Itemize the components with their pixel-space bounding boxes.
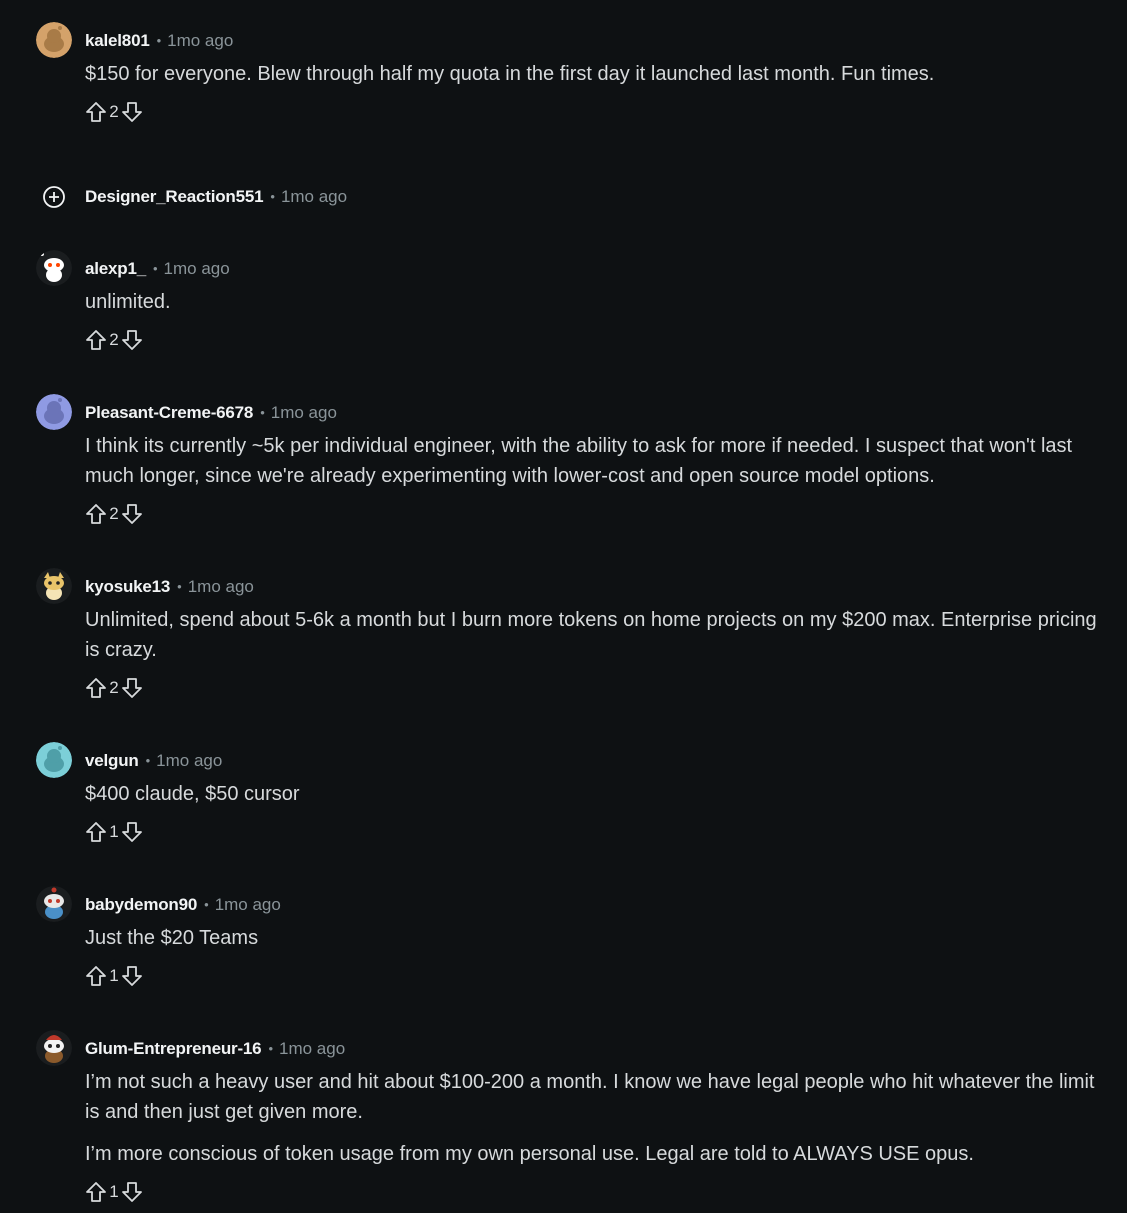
separator-dot: • bbox=[260, 405, 265, 420]
separator-dot: • bbox=[156, 33, 162, 48]
comment-paragraph: $400 claude, $50 cursor bbox=[85, 783, 300, 805]
author-link[interactable]: Designer_Reaction551 bbox=[85, 187, 264, 206]
avatar[interactable] bbox=[36, 1030, 72, 1066]
downvote-arrow-icon[interactable] bbox=[121, 964, 143, 988]
avatar[interactable] bbox=[36, 22, 72, 58]
timestamp[interactable]: 1mo ago bbox=[271, 403, 337, 422]
avatar[interactable] bbox=[36, 250, 72, 286]
author-link[interactable]: velgun bbox=[85, 751, 139, 770]
timestamp[interactable]: 1mo ago bbox=[215, 895, 281, 914]
upvote-arrow-icon[interactable] bbox=[85, 676, 107, 700]
comment-paragraph: unlimited. bbox=[85, 291, 171, 313]
separator-dot: • bbox=[177, 579, 182, 594]
comment-paragraph: $150 for everyone. Blew through half my … bbox=[85, 63, 935, 85]
vote-count: 1 bbox=[109, 1182, 119, 1201]
timestamp[interactable]: 1mo ago bbox=[164, 259, 230, 278]
separator-dot: • bbox=[145, 753, 151, 768]
comment-meta: alexp1_ • 1mo ago bbox=[85, 257, 230, 282]
comment-body: Just the $20 Teams bbox=[85, 923, 1103, 953]
separator-dot: • bbox=[268, 1041, 273, 1056]
comment-paragraph: I’m more conscious of token usage from m… bbox=[85, 1143, 974, 1165]
vote-count: 2 bbox=[109, 330, 119, 349]
avatar[interactable] bbox=[36, 568, 72, 604]
upvote-arrow-icon[interactable] bbox=[85, 100, 107, 124]
comment-meta: kyosuke13 • 1mo ago bbox=[85, 575, 254, 600]
separator-dot: • bbox=[270, 189, 275, 204]
separator-dot: • bbox=[152, 261, 158, 276]
vote-count: 1 bbox=[109, 822, 119, 841]
downvote-arrow-icon[interactable] bbox=[121, 820, 143, 844]
plus-circle-icon[interactable] bbox=[42, 185, 66, 209]
comment-body: Unlimited, spend about 5-6k a month but … bbox=[85, 605, 1103, 665]
downvote-arrow-icon[interactable] bbox=[121, 100, 143, 124]
comment-paragraph: I’m not such a heavy user and hit about … bbox=[85, 1071, 1095, 1123]
comment-meta: velgun • 1mo ago bbox=[85, 749, 222, 774]
vote-count: 2 bbox=[109, 102, 119, 121]
vote-bar: 1 bbox=[85, 964, 143, 988]
avatar[interactable] bbox=[36, 394, 72, 430]
upvote-arrow-icon[interactable] bbox=[85, 328, 107, 352]
vote-count: 2 bbox=[109, 504, 119, 523]
vote-bar: 2 bbox=[85, 100, 143, 124]
vote-bar: 1 bbox=[85, 1180, 143, 1204]
comment-meta: Glum-Entrepreneur-16 • 1mo ago bbox=[85, 1037, 345, 1062]
downvote-arrow-icon[interactable] bbox=[121, 1180, 143, 1204]
downvote-arrow-icon[interactable] bbox=[121, 328, 143, 352]
comment-body: $150 for everyone. Blew through half my … bbox=[85, 59, 1103, 89]
comment-body: I think its currently ~5k per individual… bbox=[85, 431, 1103, 491]
upvote-arrow-icon[interactable] bbox=[85, 964, 107, 988]
vote-bar: 1 bbox=[85, 820, 143, 844]
comment-body: I’m not such a heavy user and hit about … bbox=[85, 1067, 1103, 1169]
comment-meta: kalel801 • 1mo ago bbox=[85, 29, 233, 54]
timestamp[interactable]: 1mo ago bbox=[281, 187, 347, 206]
vote-bar: 2 bbox=[85, 328, 143, 352]
comment-paragraph: Just the $20 Teams bbox=[85, 927, 259, 949]
author-link[interactable]: kyosuke13 bbox=[85, 577, 170, 596]
timestamp[interactable]: 1mo ago bbox=[279, 1039, 345, 1058]
avatar[interactable] bbox=[36, 742, 72, 778]
comment-body: unlimited. bbox=[85, 287, 1103, 317]
vote-bar: 2 bbox=[85, 502, 143, 526]
avatar[interactable] bbox=[36, 886, 72, 922]
author-link[interactable]: alexp1_ bbox=[85, 259, 146, 278]
author-link[interactable]: Pleasant-Creme-6678 bbox=[85, 403, 253, 422]
comment-body: $400 claude, $50 cursor bbox=[85, 779, 1103, 809]
author-link[interactable]: babydemon90 bbox=[85, 895, 197, 914]
upvote-arrow-icon[interactable] bbox=[85, 1180, 107, 1204]
upvote-arrow-icon[interactable] bbox=[85, 820, 107, 844]
downvote-arrow-icon[interactable] bbox=[121, 676, 143, 700]
timestamp[interactable]: 1mo ago bbox=[156, 751, 222, 770]
author-link[interactable]: kalel801 bbox=[85, 31, 150, 50]
comment-meta: Designer_Reaction551 • 1mo ago bbox=[85, 185, 347, 210]
vote-count: 1 bbox=[109, 966, 119, 985]
comment-meta: babydemon90 • 1mo ago bbox=[85, 893, 281, 918]
timestamp[interactable]: 1mo ago bbox=[167, 31, 233, 50]
comment-meta: Pleasant-Creme-6678 • 1mo ago bbox=[85, 401, 337, 426]
vote-bar: 2 bbox=[85, 676, 143, 700]
comment-paragraph: Unlimited, spend about 5-6k a month but … bbox=[85, 609, 1097, 661]
separator-dot: • bbox=[204, 897, 209, 912]
author-link[interactable]: Glum-Entrepreneur-16 bbox=[85, 1039, 262, 1058]
timestamp[interactable]: 1mo ago bbox=[188, 577, 254, 596]
upvote-arrow-icon[interactable] bbox=[85, 502, 107, 526]
comment-paragraph: I think its currently ~5k per individual… bbox=[85, 435, 1073, 487]
downvote-arrow-icon[interactable] bbox=[121, 502, 143, 526]
vote-count: 2 bbox=[109, 678, 119, 697]
